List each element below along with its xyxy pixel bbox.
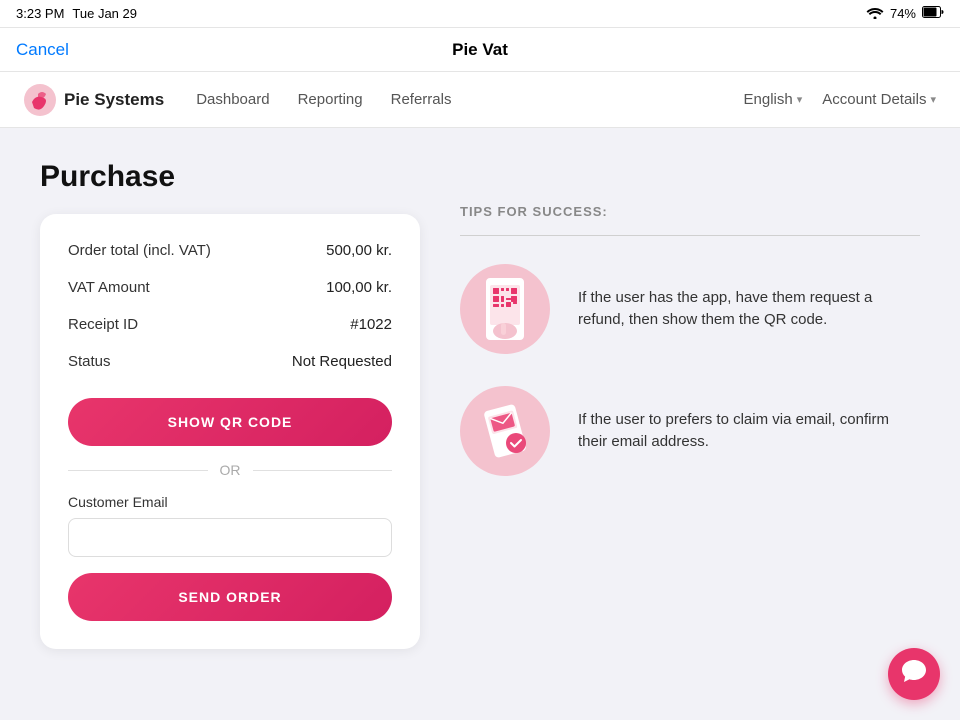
brand-logo: [24, 84, 56, 116]
battery-percentage: 74%: [890, 6, 916, 21]
navbar-links: Dashboard Reporting Referrals: [196, 91, 743, 108]
page-title-bar: Pie Vat: [452, 40, 508, 60]
purchase-title: Purchase: [40, 160, 420, 194]
send-order-button[interactable]: SEND ORDER: [68, 573, 392, 621]
wifi-icon: [866, 6, 884, 22]
purchase-card: Order total (incl. VAT) 500,00 kr. VAT A…: [40, 214, 420, 649]
receipt-id-label: Receipt ID: [68, 316, 138, 333]
or-label: OR: [220, 462, 241, 478]
email-input[interactable]: [68, 518, 392, 557]
or-divider: OR: [68, 462, 392, 478]
tips-title: TIPS FOR SUCCESS:: [460, 204, 920, 219]
date: Tue Jan 29: [72, 6, 137, 21]
account-details-dropdown[interactable]: Account Details ▾: [822, 91, 936, 108]
navbar-right: English ▾ Account Details ▾: [744, 91, 936, 108]
tips-divider: [460, 235, 920, 236]
receipt-id-row: Receipt ID #1022: [68, 316, 392, 333]
tip-item-2: If the user to prefers to claim via emai…: [460, 386, 920, 476]
main-content: Purchase Order total (incl. VAT) 500,00 …: [0, 128, 960, 720]
vat-amount-row: VAT Amount 100,00 kr.: [68, 279, 392, 296]
status-bar-right: 74%: [866, 6, 944, 22]
nav-dashboard[interactable]: Dashboard: [196, 91, 269, 108]
status-label: Status: [68, 353, 111, 370]
left-panel: Purchase Order total (incl. VAT) 500,00 …: [40, 160, 420, 688]
brand[interactable]: Pie Systems: [24, 84, 164, 116]
status-bar-left: 3:23 PM Tue Jan 29: [16, 6, 137, 21]
tip-2-text: If the user to prefers to claim via emai…: [578, 409, 920, 454]
order-total-value: 500,00 kr.: [326, 242, 392, 259]
status-bar: 3:23 PM Tue Jan 29 74%: [0, 0, 960, 28]
right-panel: TIPS FOR SUCCESS:: [460, 160, 920, 688]
vat-amount-label: VAT Amount: [68, 279, 150, 296]
account-details-label: Account Details: [822, 91, 926, 108]
tip-icon-email: [460, 386, 550, 476]
language-dropdown[interactable]: English ▾: [744, 91, 803, 108]
tip-item-1: If the user has the app, have them reque…: [460, 264, 920, 354]
nav-reporting[interactable]: Reporting: [298, 91, 363, 108]
language-chevron-icon: ▾: [797, 93, 803, 106]
status-value: Not Requested: [292, 353, 392, 370]
title-bar: Cancel Pie Vat: [0, 28, 960, 72]
time: 3:23 PM: [16, 6, 64, 21]
tip-icon-qr: [460, 264, 550, 354]
account-chevron-icon: ▾: [930, 93, 936, 106]
show-qr-button[interactable]: SHOW QR CODE: [68, 398, 392, 446]
nav-referrals[interactable]: Referrals: [391, 91, 452, 108]
chat-icon: [901, 659, 927, 689]
vat-amount-value: 100,00 kr.: [326, 279, 392, 296]
language-label: English: [744, 91, 793, 108]
status-row: Status Not Requested: [68, 353, 392, 370]
chat-bubble-button[interactable]: [888, 648, 940, 700]
tip-1-text: If the user has the app, have them reque…: [578, 287, 920, 332]
navbar: Pie Systems Dashboard Reporting Referral…: [0, 72, 960, 128]
email-label: Customer Email: [68, 494, 392, 510]
order-total-row: Order total (incl. VAT) 500,00 kr.: [68, 242, 392, 259]
cancel-button[interactable]: Cancel: [16, 40, 69, 60]
order-total-label: Order total (incl. VAT): [68, 242, 211, 259]
battery-icon: [922, 6, 944, 21]
brand-name: Pie Systems: [64, 90, 164, 110]
receipt-id-value: #1022: [350, 316, 392, 333]
